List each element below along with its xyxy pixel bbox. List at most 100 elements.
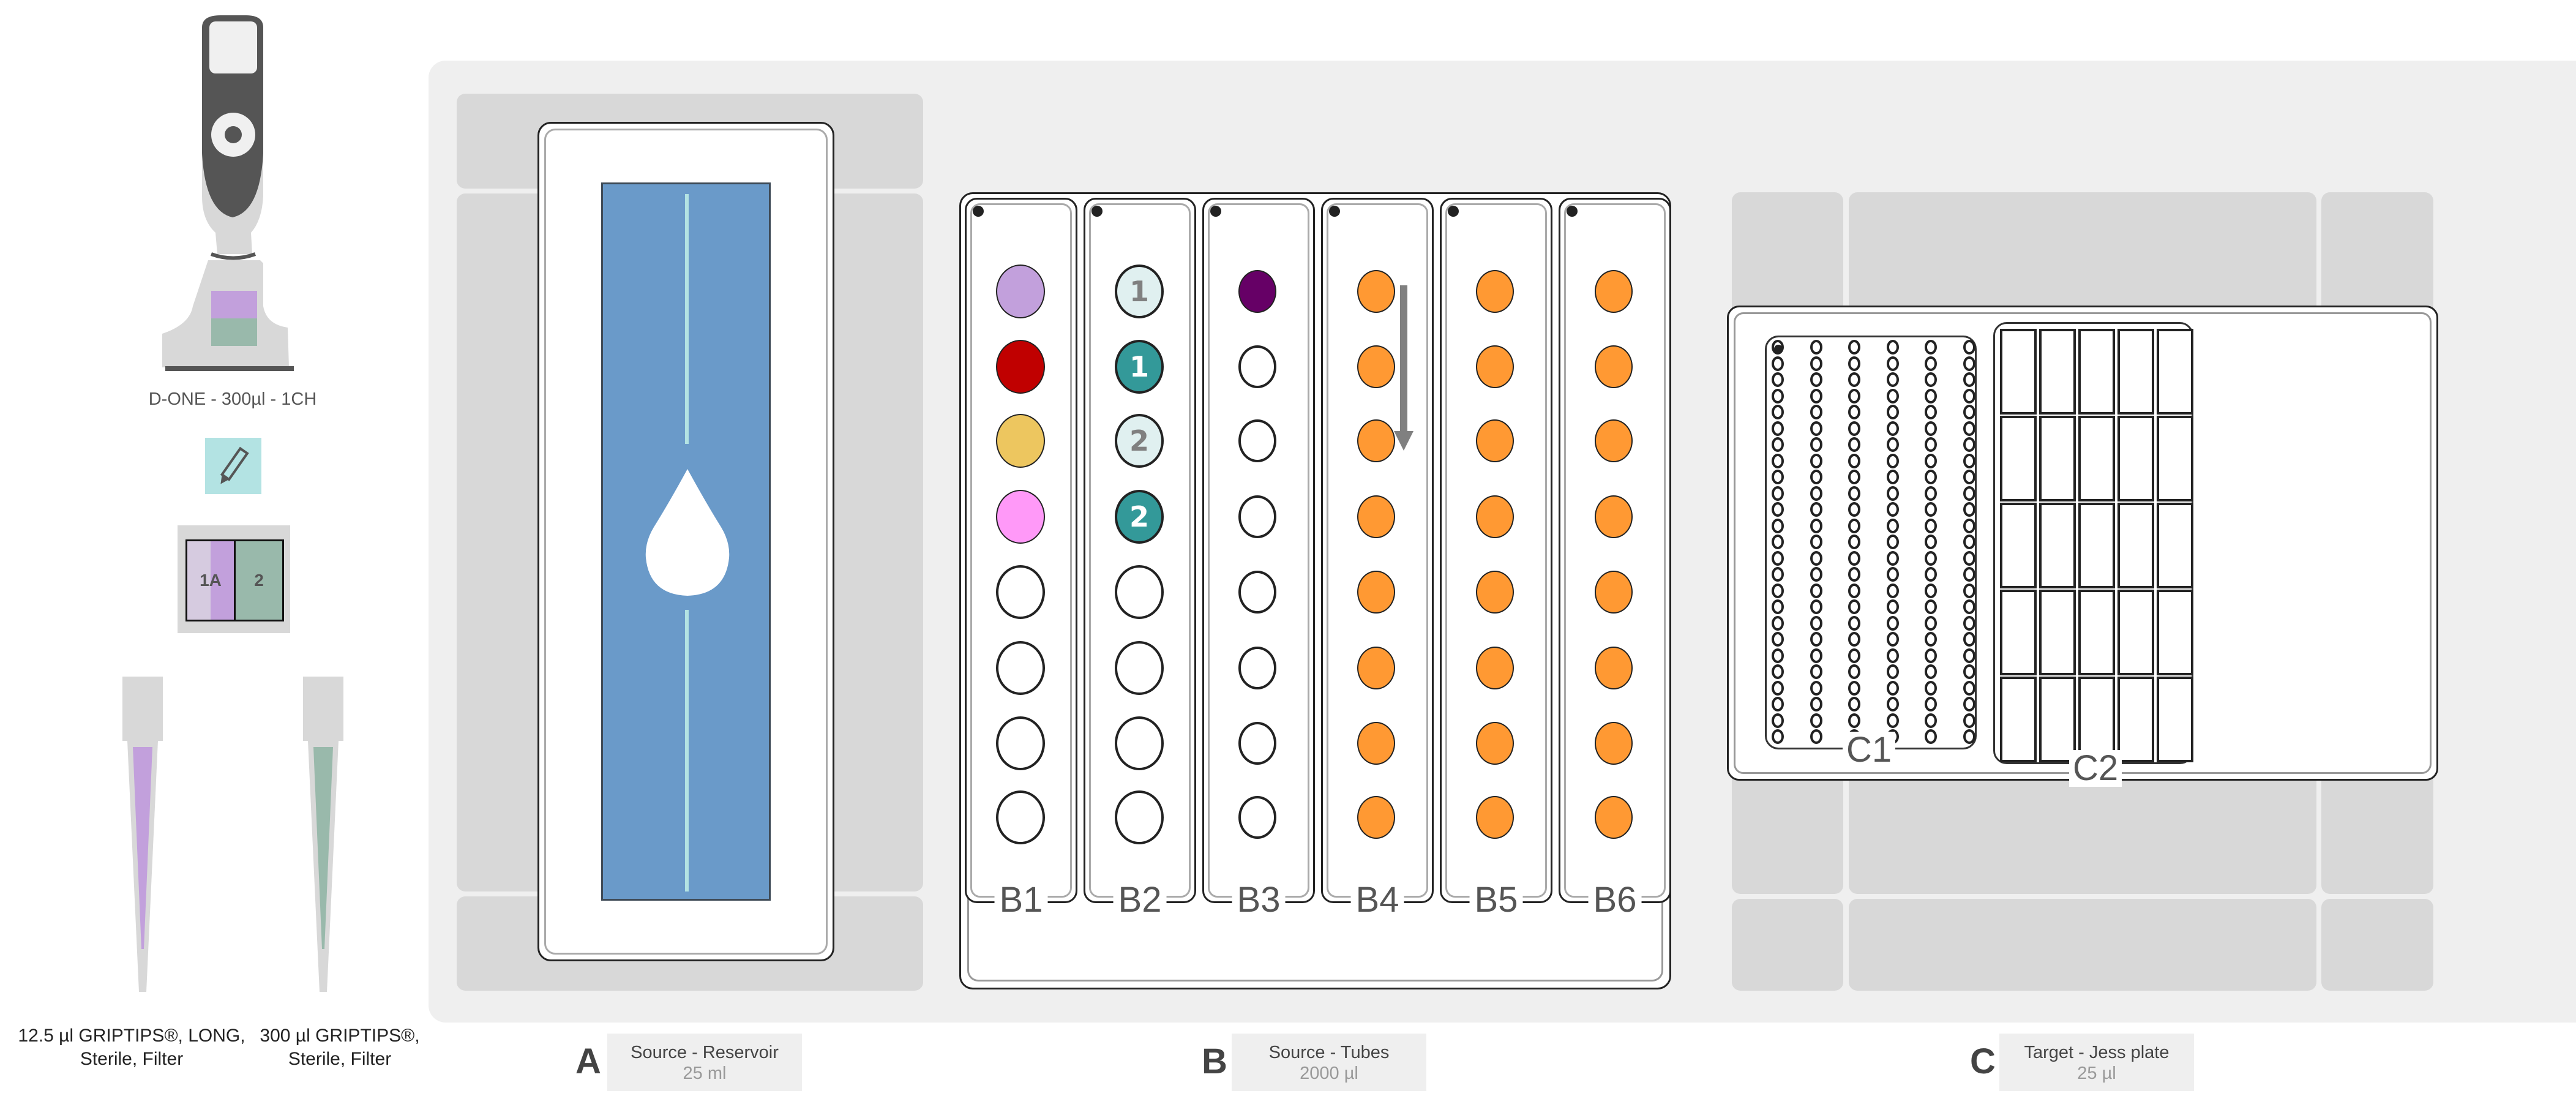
tube-b2-4[interactable]: 2 (1115, 490, 1164, 544)
c1-well[interactable] (1772, 453, 1784, 468)
c1-well[interactable] (1772, 356, 1784, 371)
jess-plate-c2[interactable] (1993, 322, 2193, 764)
c1-well[interactable] (1963, 356, 1975, 371)
c1-well[interactable] (1925, 518, 1937, 533)
c1-well[interactable] (1810, 648, 1822, 663)
c2-cell[interactable] (2117, 590, 2154, 675)
c1-well[interactable] (1925, 680, 1937, 696)
c1-well[interactable] (1810, 502, 1822, 517)
c1-well[interactable] (1810, 421, 1822, 436)
c1-well[interactable] (1963, 470, 1975, 484)
c1-well[interactable] (1848, 550, 1860, 566)
c1-well[interactable] (1772, 680, 1784, 696)
c1-well[interactable] (1886, 535, 1899, 549)
c1-well[interactable] (1925, 632, 1937, 647)
tube-b2-8[interactable] (1115, 790, 1164, 844)
tip-icon-12-5ul[interactable] (119, 674, 168, 998)
tube-b4-6[interactable] (1357, 647, 1395, 689)
c1-well[interactable] (1925, 470, 1937, 484)
c1-well[interactable] (1886, 502, 1899, 517)
tube-b6-4[interactable] (1595, 495, 1633, 538)
c1-well[interactable] (1810, 729, 1822, 744)
c1-well[interactable] (1925, 567, 1937, 582)
tube-b3-4[interactable] (1238, 495, 1276, 538)
reservoir-liquid[interactable] (601, 182, 771, 901)
c1-well[interactable] (1963, 535, 1975, 549)
c1-well[interactable] (1886, 356, 1899, 371)
c1-well[interactable] (1886, 599, 1899, 614)
tube-b4-8[interactable] (1357, 796, 1395, 839)
tube-b4-1[interactable] (1357, 270, 1395, 313)
tube-b1-5[interactable] (996, 565, 1045, 619)
tube-b5-1[interactable] (1476, 270, 1514, 313)
c1-well[interactable] (1886, 437, 1899, 452)
c1-well[interactable] (1886, 550, 1899, 566)
c1-well[interactable] (1772, 583, 1784, 598)
c1-well[interactable] (1848, 372, 1860, 387)
c1-well[interactable] (1772, 486, 1784, 501)
c1-well[interactable] (1810, 356, 1822, 371)
tube-b3-1[interactable] (1238, 270, 1276, 313)
c1-well[interactable] (1810, 615, 1822, 631)
c1-well[interactable] (1848, 388, 1860, 403)
c2-cell[interactable] (2117, 677, 2154, 762)
c1-well[interactable] (1963, 405, 1975, 419)
c1-well[interactable] (1963, 453, 1975, 468)
c1-well[interactable] (1963, 697, 1975, 711)
c1-well[interactable] (1848, 648, 1860, 663)
c1-well[interactable] (1963, 567, 1975, 582)
c1-well[interactable] (1886, 664, 1899, 679)
c1-well[interactable] (1848, 567, 1860, 582)
c1-well[interactable] (1772, 599, 1784, 614)
c1-well[interactable] (1963, 729, 1975, 744)
tube-b5-5[interactable] (1476, 571, 1514, 614)
c2-cell[interactable] (2039, 416, 2076, 501)
c1-well[interactable] (1772, 648, 1784, 663)
c1-well[interactable] (1772, 502, 1784, 517)
tube-b2-2[interactable]: 1 (1115, 340, 1164, 394)
c1-well[interactable] (1963, 486, 1975, 501)
c1-well[interactable] (1810, 372, 1822, 387)
c1-well[interactable] (1772, 729, 1784, 744)
tube-b2-1[interactable]: 1 (1115, 265, 1164, 318)
c1-well[interactable] (1925, 388, 1937, 403)
c1-well[interactable] (1925, 535, 1937, 549)
c1-well[interactable] (1963, 550, 1975, 566)
c1-well[interactable] (1848, 697, 1860, 711)
c1-well[interactable] (1772, 405, 1784, 419)
c1-well[interactable] (1848, 470, 1860, 484)
c1-well[interactable] (1925, 356, 1937, 371)
tube-b1-7[interactable] (996, 716, 1045, 770)
tube-b3-2[interactable] (1238, 345, 1276, 388)
c1-well[interactable] (1848, 680, 1860, 696)
tube-b1-1[interactable] (996, 265, 1045, 318)
c1-well[interactable] (1810, 437, 1822, 452)
c1-well[interactable] (1963, 583, 1975, 598)
c1-well[interactable] (1963, 615, 1975, 631)
c1-well[interactable] (1810, 486, 1822, 501)
c1-well[interactable] (1848, 340, 1860, 355)
tube-b5-8[interactable] (1476, 796, 1514, 839)
bay-a-card[interactable]: Source - Reservoir 25 ml (607, 1034, 802, 1091)
c1-well[interactable] (1925, 502, 1937, 517)
tip-map[interactable]: 1A 2 (178, 525, 290, 633)
c1-well[interactable] (1848, 615, 1860, 631)
c2-cell[interactable] (2039, 590, 2076, 675)
c1-well[interactable] (1886, 372, 1899, 387)
c1-well[interactable] (1925, 648, 1937, 663)
c1-well[interactable] (1886, 340, 1899, 355)
c1-well[interactable] (1810, 550, 1822, 566)
c1-well[interactable] (1772, 615, 1784, 631)
c1-well[interactable] (1810, 567, 1822, 582)
c1-well[interactable] (1848, 583, 1860, 598)
c2-cell[interactable] (2000, 503, 2037, 588)
c1-well[interactable] (1810, 535, 1822, 549)
c1-well[interactable] (1810, 632, 1822, 647)
c1-well[interactable] (1963, 340, 1975, 355)
c1-well[interactable] (1886, 405, 1899, 419)
tube-b6-3[interactable] (1595, 419, 1633, 462)
c1-well[interactable] (1886, 518, 1899, 533)
tube-b6-5[interactable] (1595, 571, 1633, 614)
tube-b5-4[interactable] (1476, 495, 1514, 538)
tube-b4-7[interactable] (1357, 722, 1395, 765)
